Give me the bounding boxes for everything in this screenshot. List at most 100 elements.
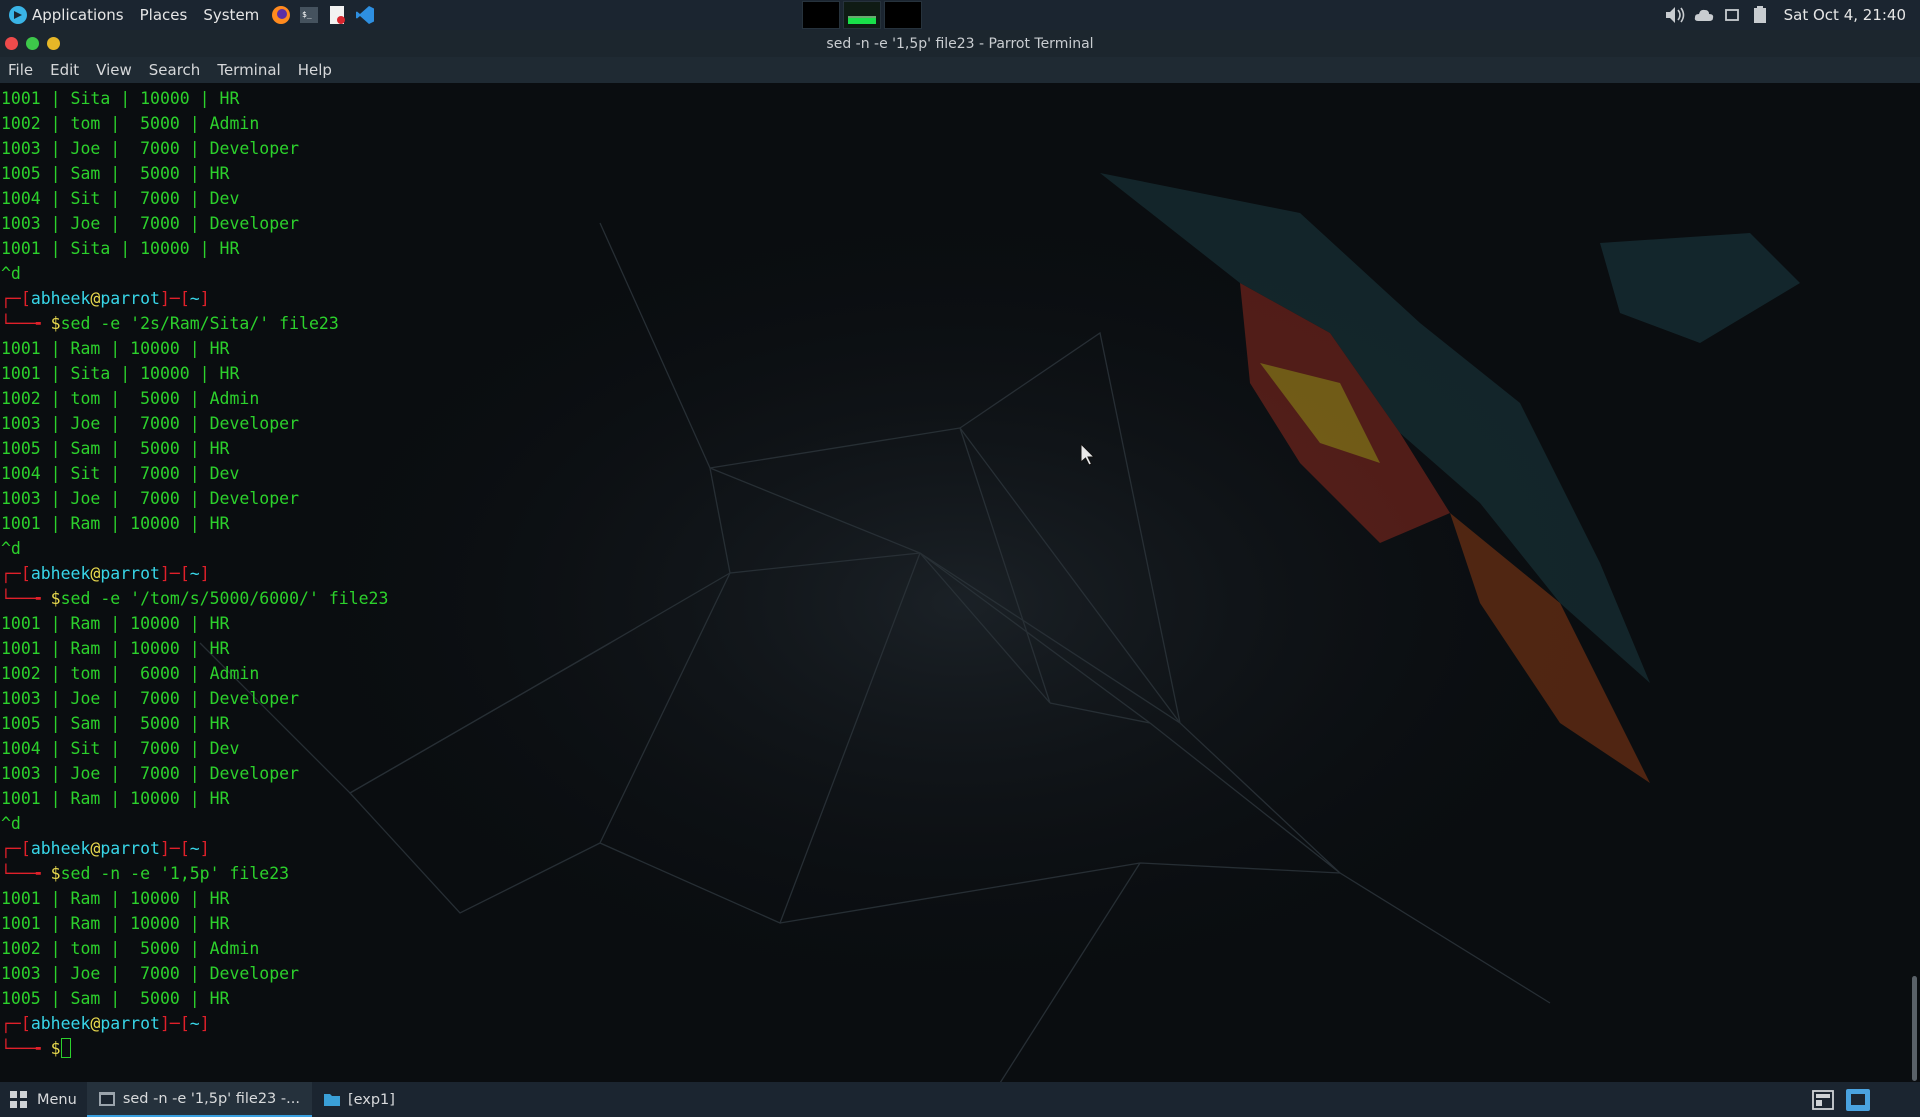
bottom-panel: Menu sed -n -e '1,5p' file23 -... [exp1] xyxy=(0,1082,1920,1117)
system-tray: Sat Oct 4, 21:40 xyxy=(1662,0,1920,30)
mouse-pointer-icon xyxy=(1080,443,1096,466)
terminal-workspace-indicator[interactable] xyxy=(1846,1089,1870,1111)
taskbar-item-label: [exp1] xyxy=(347,1091,395,1108)
prompt-host: parrot xyxy=(100,289,160,308)
command-line: └──╼ $sed -e '/tom/s/5000/6000/' file23 xyxy=(1,586,388,611)
command-line: └──╼ $sed -n -e '1,5p' file23 xyxy=(1,861,388,886)
terminal-output-line: 1005 | Sam | 5000 | HR xyxy=(1,164,230,183)
text-cursor xyxy=(60,1038,71,1058)
prompt-decoration: ] xyxy=(199,564,210,583)
taskbar-item-folder[interactable]: [exp1] xyxy=(312,1082,407,1117)
terminal-output-line: 1001 | Ram | 10000 | HR xyxy=(1,914,230,933)
prompt-at: @ xyxy=(90,289,101,308)
terminal-scrollbar[interactable] xyxy=(1910,83,1920,1082)
menu-help[interactable]: Help xyxy=(298,61,332,79)
workspace-2[interactable] xyxy=(843,1,881,29)
grid-menu-icon xyxy=(10,1090,27,1108)
terminal-output-line: 1002 | tom | 6000 | Admin xyxy=(1,664,260,683)
terminal-output-line: 1001 | Sita | 10000 | HR xyxy=(1,239,240,258)
prompt-decoration: ┌─[ xyxy=(1,1014,31,1033)
prompt-dollar: $ xyxy=(50,864,61,883)
prompt-host: parrot xyxy=(100,1014,160,1033)
prompt-at: @ xyxy=(90,839,101,858)
prompt-at: @ xyxy=(90,1014,101,1033)
command-text: sed -e '/tom/s/5000/6000/' file23 xyxy=(60,589,389,608)
terminal-output-line: 1002 | tom | 5000 | Admin xyxy=(1,939,260,958)
applications-label: Applications xyxy=(32,6,124,24)
prompt-decoration: ] xyxy=(199,1014,210,1033)
start-menu-button[interactable]: Menu xyxy=(0,1082,87,1117)
terminal-output-line: 1003 | Joe | 7000 | Developer xyxy=(1,214,300,233)
window-titlebar[interactable]: sed -n -e '1,5p' file23 - Parrot Termina… xyxy=(0,30,1920,57)
terminal-output-area[interactable]: 1001 | Sita | 10000 | HR 1002 | tom | 500… xyxy=(0,83,1910,1082)
system-label: System xyxy=(203,6,260,24)
menu-view[interactable]: View xyxy=(96,61,132,79)
minimize-window-button[interactable] xyxy=(47,37,60,50)
prompt-decoration: ] xyxy=(199,289,210,308)
shell-prompt-line: ┌─[abheek@parrot]─[~] xyxy=(1,561,388,586)
terminal-icon[interactable]: $_ xyxy=(298,4,320,26)
prompt-decoration: └──╼ xyxy=(1,314,51,333)
taskbar-item-terminal[interactable]: sed -n -e '1,5p' file23 -... xyxy=(86,1082,312,1117)
workspace-3[interactable] xyxy=(884,1,922,29)
shell-prompt-line: ┌─[abheek@parrot]─[~] xyxy=(1,836,388,861)
prompt-dir: ~ xyxy=(189,839,200,858)
clock[interactable]: Sat Oct 4, 21:40 xyxy=(1784,6,1906,24)
terminal-output-line: 1005 | Sam | 5000 | HR xyxy=(1,989,230,1008)
terminal-output-line: 1003 | Joe | 7000 | Developer xyxy=(1,964,300,983)
applications-menu[interactable]: Applications xyxy=(0,0,132,30)
scrollbar-thumb[interactable] xyxy=(1912,976,1917,1081)
system-menu[interactable]: System xyxy=(195,0,267,30)
display-icon[interactable] xyxy=(1720,5,1744,25)
terminal-output-line: 1003 | Joe | 7000 | Developer xyxy=(1,414,300,433)
menu-terminal[interactable]: Terminal xyxy=(217,61,280,79)
prompt-host: parrot xyxy=(100,564,160,583)
folder-icon xyxy=(323,1094,340,1106)
command-text: sed -n -e '1,5p' file23 xyxy=(60,864,290,883)
prompt-decoration: ┌─[ xyxy=(1,289,31,308)
terminal-output-line: 1001 | Ram | 10000 | HR xyxy=(1,789,230,808)
terminal-output-line: 1001 | Ram | 10000 | HR xyxy=(1,339,230,358)
network-icon[interactable] xyxy=(1692,5,1716,25)
prompt-decoration: ]─[ xyxy=(159,839,190,858)
workspace-1[interactable] xyxy=(802,1,840,29)
shell-prompt-line: ┌─[abheek@parrot]─[~] xyxy=(1,286,388,311)
window-title: sed -n -e '1,5p' file23 - Parrot Termina… xyxy=(826,35,1094,52)
show-desktop-icon[interactable] xyxy=(1812,1090,1834,1110)
svg-text:$_: $_ xyxy=(302,10,312,19)
volume-icon[interactable] xyxy=(1664,5,1688,25)
terminal-output-line: 1001 | Sita | 10000 | HR xyxy=(1,89,240,108)
firefox-icon[interactable] xyxy=(270,4,292,26)
prompt-dir: ~ xyxy=(189,564,200,583)
terminal-output-line: 1005 | Sam | 5000 | HR xyxy=(1,439,230,458)
places-menu[interactable]: Places xyxy=(132,0,196,30)
terminal-output-line: 1001 | Ram | 10000 | HR xyxy=(1,614,230,633)
prompt-dollar: $ xyxy=(50,1039,61,1058)
command-text: sed -e '2s/Ram/Sita/' file23 xyxy=(60,314,339,333)
prompt-dir: ~ xyxy=(189,289,200,308)
prompt-decoration: └──╼ xyxy=(1,589,51,608)
terminal-output-line: 1002 | tom | 5000 | Admin xyxy=(1,389,260,408)
prompt-dir: ~ xyxy=(189,1014,200,1033)
terminal-output-line: ^d xyxy=(1,814,21,833)
terminal-output-line: 1004 | Sit | 7000 | Dev xyxy=(1,189,240,208)
terminal-output-line: 1001 | Ram | 10000 | HR xyxy=(1,639,230,658)
close-window-button[interactable] xyxy=(5,37,18,50)
menu-file[interactable]: File xyxy=(8,61,33,79)
text-editor-icon[interactable] xyxy=(326,4,348,26)
maximize-window-button[interactable] xyxy=(26,37,39,50)
prompt-at: @ xyxy=(90,564,101,583)
prompt-decoration: ] xyxy=(199,839,210,858)
prompt-user: abheek xyxy=(30,564,91,583)
menu-search[interactable]: Search xyxy=(149,61,201,79)
prompt-host: parrot xyxy=(100,839,160,858)
command-line: └──╼ $sed -e '2s/Ram/Sita/' file23 xyxy=(1,311,388,336)
menu-edit[interactable]: Edit xyxy=(50,61,79,79)
prompt-user: abheek xyxy=(30,1014,91,1033)
battery-icon[interactable] xyxy=(1748,5,1772,25)
prompt-decoration: └──╼ xyxy=(1,864,51,883)
terminal-text: 1001 | Sita | 10000 | HR 1002 | tom | 500… xyxy=(1,86,388,1061)
vscode-icon[interactable] xyxy=(354,4,376,26)
parrot-logo-icon xyxy=(9,6,27,24)
prompt-user: abheek xyxy=(30,289,91,308)
